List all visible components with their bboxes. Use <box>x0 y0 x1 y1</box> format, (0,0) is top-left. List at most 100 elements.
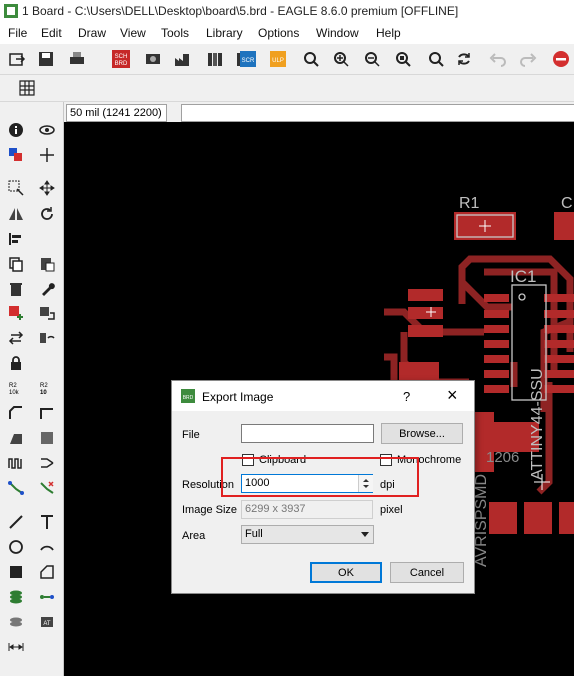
ic1-label: IC1 <box>510 267 536 286</box>
image-size-unit: pixel <box>380 504 403 516</box>
sch-brd-switch-icon[interactable]: SCH BRD <box>110 48 132 70</box>
svg-text:SCH: SCH <box>115 54 128 60</box>
circle-icon[interactable] <box>5 537 27 557</box>
ratsnest-icon[interactable] <box>5 478 27 498</box>
pad <box>408 289 443 301</box>
open-icon[interactable] <box>6 48 28 70</box>
pad <box>544 325 574 333</box>
wire-icon[interactable] <box>5 512 27 532</box>
menu-help[interactable]: Help <box>376 26 401 40</box>
scr-icon[interactable]: SCR <box>238 48 260 70</box>
menu-window[interactable]: Window <box>316 26 359 40</box>
library-icon[interactable] <box>204 48 226 70</box>
pad <box>544 294 574 302</box>
zoom-fit-icon[interactable] <box>300 48 322 70</box>
command-toolbar: R2 10k R2 10 AT <box>0 102 64 676</box>
wrench-icon[interactable] <box>36 279 58 299</box>
browse-button[interactable]: Browse... <box>381 423 463 444</box>
menu-file[interactable]: File <box>8 26 27 40</box>
cam-icon[interactable] <box>142 48 164 70</box>
zoom-out-icon[interactable] <box>361 48 383 70</box>
smash-icon[interactable]: R2 10k <box>5 378 27 398</box>
attiny-label: ATTINY44-SSU <box>529 368 546 480</box>
split-icon[interactable] <box>36 403 58 423</box>
move-icon[interactable] <box>36 178 58 198</box>
value-icon[interactable]: R2 10 <box>36 378 58 398</box>
menu-options[interactable]: Options <box>258 26 299 40</box>
arc-icon[interactable] <box>36 537 58 557</box>
factory-icon[interactable] <box>171 48 193 70</box>
menu-library[interactable]: Library <box>206 26 243 40</box>
grid-icon[interactable] <box>16 77 38 99</box>
rotate-icon[interactable] <box>36 204 58 224</box>
menu-bar: File Edit Draw View Tools Library Option… <box>0 22 574 44</box>
stop-icon[interactable] <box>550 48 572 70</box>
text-icon[interactable] <box>36 512 58 532</box>
svg-text:SCR: SCR <box>242 58 255 64</box>
file-input[interactable] <box>241 424 374 443</box>
copy-icon[interactable] <box>5 254 27 274</box>
help-button[interactable]: ? <box>403 389 410 404</box>
replace-icon[interactable] <box>36 303 58 323</box>
paste-icon[interactable] <box>36 254 58 274</box>
swap-icon[interactable] <box>5 328 27 348</box>
undo-icon[interactable] <box>487 48 509 70</box>
pad <box>544 355 574 363</box>
coordinate-display: 50 mil (1241 2200) <box>66 104 167 122</box>
ulp-icon[interactable]: ULP <box>268 48 290 70</box>
svg-text:BRD: BRD <box>115 61 128 67</box>
miter-icon[interactable] <box>5 403 27 423</box>
svg-text:ULP: ULP <box>272 58 284 64</box>
print-icon[interactable] <box>66 48 88 70</box>
polygon-icon[interactable] <box>36 562 58 582</box>
main-toolbar: SCH BRD SCR ULP <box>0 44 574 75</box>
pad <box>544 385 574 393</box>
menu-tools[interactable]: Tools <box>161 26 189 40</box>
signal-icon[interactable] <box>36 587 58 607</box>
diff-pair-icon[interactable] <box>36 453 58 473</box>
show-icon[interactable] <box>36 120 58 140</box>
rectangle-icon[interactable] <box>5 562 27 582</box>
command-line-input[interactable] <box>181 104 574 122</box>
pinswap-icon[interactable] <box>36 328 58 348</box>
align-icon[interactable] <box>5 229 27 249</box>
meander-icon[interactable] <box>5 453 27 473</box>
attribute-icon[interactable]: AT <box>36 612 58 632</box>
group-icon[interactable] <box>5 178 27 198</box>
lock-icon[interactable] <box>5 353 27 373</box>
close-button[interactable]: × <box>447 385 458 406</box>
add-part-icon[interactable] <box>5 303 27 323</box>
redo-icon[interactable] <box>517 48 539 70</box>
menu-view[interactable]: View <box>120 26 146 40</box>
dialog-title-bar: BRD Export Image ? × <box>172 381 474 411</box>
pad <box>544 340 574 348</box>
layer-icon[interactable] <box>5 145 27 165</box>
mirror-icon[interactable] <box>5 204 27 224</box>
zoom-last-icon[interactable] <box>425 48 447 70</box>
dimension-icon[interactable] <box>5 637 27 657</box>
save-icon[interactable] <box>35 48 57 70</box>
optimize-icon[interactable] <box>5 428 27 448</box>
menu-edit[interactable]: Edit <box>41 26 62 40</box>
ripup-icon[interactable] <box>36 478 58 498</box>
file-label: File <box>182 429 200 441</box>
ok-button[interactable]: OK <box>310 562 382 583</box>
pad <box>484 355 509 363</box>
route-icon[interactable] <box>36 428 58 448</box>
info-icon[interactable] <box>5 120 27 140</box>
area-select[interactable]: Full <box>241 525 374 544</box>
redraw-icon[interactable] <box>453 48 475 70</box>
zoom-in-icon[interactable] <box>330 48 352 70</box>
zoom-select-icon[interactable] <box>392 48 414 70</box>
pad <box>484 340 509 348</box>
menu-draw[interactable]: Draw <box>78 26 106 40</box>
delete-icon[interactable] <box>5 279 27 299</box>
via-icon[interactable] <box>5 587 27 607</box>
chevron-down-icon <box>361 532 369 537</box>
svg-text:BRD: BRD <box>183 395 194 401</box>
pad <box>484 294 509 302</box>
mark-icon[interactable] <box>36 145 58 165</box>
hole-icon[interactable] <box>5 612 27 632</box>
cancel-button[interactable]: Cancel <box>390 562 464 583</box>
area-label: Area <box>182 530 206 542</box>
